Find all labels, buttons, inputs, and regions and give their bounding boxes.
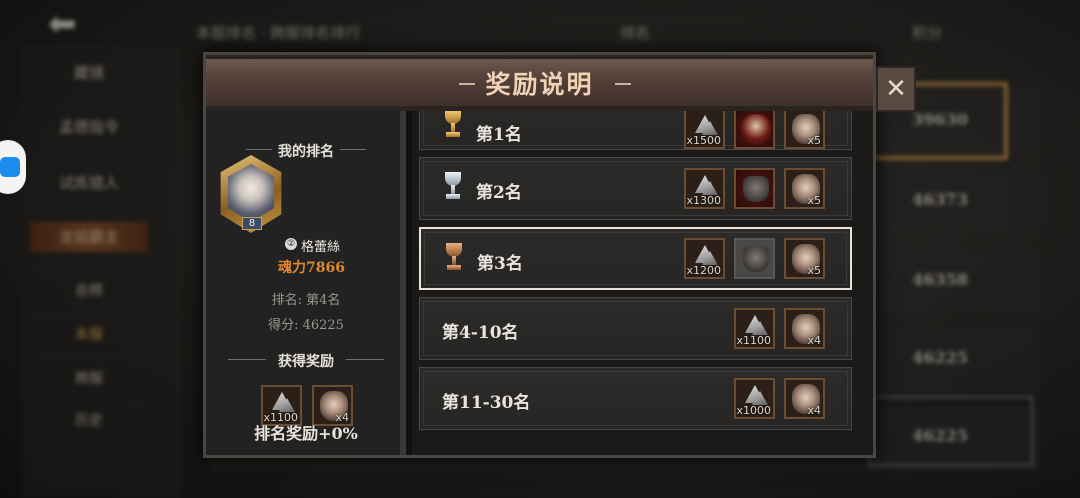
item-quantity: x1300: [686, 194, 721, 207]
bg-subtab-1[interactable]: 本服: [30, 314, 148, 354]
item-quantity: x1500: [686, 134, 721, 147]
my-rank-panel: 我的排名 8 ② 格蕾絲 魂力7866 排名: 第4名 得分: 46225 获得…: [206, 111, 406, 455]
bg-tab-1[interactable]: 孟德指令: [30, 112, 148, 142]
bg-tab-0[interactable]: 藏镜: [30, 58, 148, 88]
ore-icon[interactable]: x1300: [684, 168, 725, 209]
close-icon[interactable]: ✕: [876, 66, 916, 112]
silver-trophy-icon: [442, 172, 464, 202]
divider: [340, 149, 366, 150]
title-ornament: [615, 83, 631, 85]
portrait-icon[interactable]: x5: [784, 238, 825, 279]
player-power: 魂力7866: [278, 260, 345, 276]
bg-header-1: 排名: [620, 24, 651, 42]
item-quantity: x5: [807, 134, 821, 147]
bg-subtab-2[interactable]: 跨服: [30, 358, 148, 398]
game-screen: { "background": { "tabs": ["藏镜", "孟德指令",…: [0, 0, 1080, 498]
reward-tier-row-selected: 第3名 x1200 x5: [419, 227, 852, 290]
portrait-icon[interactable]: x4: [784, 378, 825, 419]
gold-trophy-icon: [442, 111, 464, 140]
tier-label: 第1名: [476, 125, 522, 145]
ore-icon[interactable]: x1000: [734, 378, 775, 419]
dialog-title-bar: 奖励说明: [206, 55, 873, 111]
tier-label: 第4-10名: [442, 323, 519, 343]
player-name: 格蕾絲: [301, 240, 341, 255]
portrait-icon[interactable]: x5: [784, 111, 825, 149]
item-quantity: x1000: [736, 404, 771, 417]
item-quantity: x5: [807, 194, 821, 207]
reward-info-dialog: 奖励说明 我的排名 8 ② 格蕾絲 魂力7866 排名: 第4名 得分: 462…: [203, 52, 876, 458]
player-avatar[interactable]: 8: [218, 155, 284, 233]
dark-helm-icon[interactable]: [734, 168, 775, 209]
dialog-title: 奖励说明: [485, 70, 594, 99]
tier-label: 第11-30名: [442, 393, 531, 413]
reward-tier-row: 第1名 x1500 x5: [419, 111, 852, 150]
grey-helm-icon[interactable]: [734, 238, 775, 279]
item-quantity: x1100: [736, 334, 771, 347]
reward-tier-row: 第2名 x1300 x5: [419, 157, 852, 220]
reward-tier-row: 第4-10名 x1100 x4: [419, 297, 852, 360]
bg-header-0: 本服排名 · 跨服排名排行: [196, 24, 361, 42]
ore-icon[interactable]: x1500: [684, 111, 725, 149]
ore-icon[interactable]: x1100: [734, 308, 775, 349]
bg-score: 46225: [912, 348, 968, 367]
back-arrow-icon[interactable]: ⬅: [48, 6, 120, 42]
floating-assist-icon[interactable]: [0, 140, 26, 194]
reward-tier-list[interactable]: 第1名 x1500 x5 第2名 x1300 x5 第3名 x1200 x5 第…: [412, 111, 873, 455]
portrait-icon[interactable]: x5: [784, 168, 825, 209]
bg-tab-2[interactable]: 试炼猎人: [30, 168, 148, 198]
rank-bonus-summary: 排名奖励+0%: [254, 424, 358, 443]
bg-subtab-0[interactable]: 总榜: [30, 270, 148, 310]
item-quantity: x4: [807, 334, 821, 347]
bg-tab-3[interactable]: 龙焰霸主: [30, 222, 148, 252]
portrait-icon[interactable]: x4: [784, 308, 825, 349]
bg-frame: [868, 396, 1033, 466]
item-quantity: x1200: [686, 264, 721, 277]
my-score-value: 得分: 46225: [268, 318, 344, 333]
avatar-level: 8: [242, 217, 262, 230]
bg-score: 46373: [912, 190, 968, 209]
bg-score: 39630: [912, 110, 968, 129]
bronze-trophy-icon: [443, 243, 465, 273]
my-rank-value: 排名: 第4名: [271, 293, 341, 308]
item-quantity: x5: [807, 264, 821, 277]
tier-label: 第3名: [477, 254, 523, 274]
item-quantity: x4: [807, 404, 821, 417]
bg-score: 46358: [912, 270, 968, 289]
ore-icon[interactable]: x1200: [684, 238, 725, 279]
rank-badge-icon: ②: [285, 238, 297, 250]
obtained-heading: 获得奖励: [278, 354, 334, 370]
divider: [346, 359, 384, 360]
bg-header-2: 积分: [912, 24, 943, 42]
reward-tier-row: 第11-30名 x1000 x4: [419, 367, 852, 430]
bg-subtab-3[interactable]: 历史: [30, 400, 148, 440]
crimson-tree-icon[interactable]: [734, 111, 775, 149]
tier-label: 第2名: [476, 183, 522, 203]
